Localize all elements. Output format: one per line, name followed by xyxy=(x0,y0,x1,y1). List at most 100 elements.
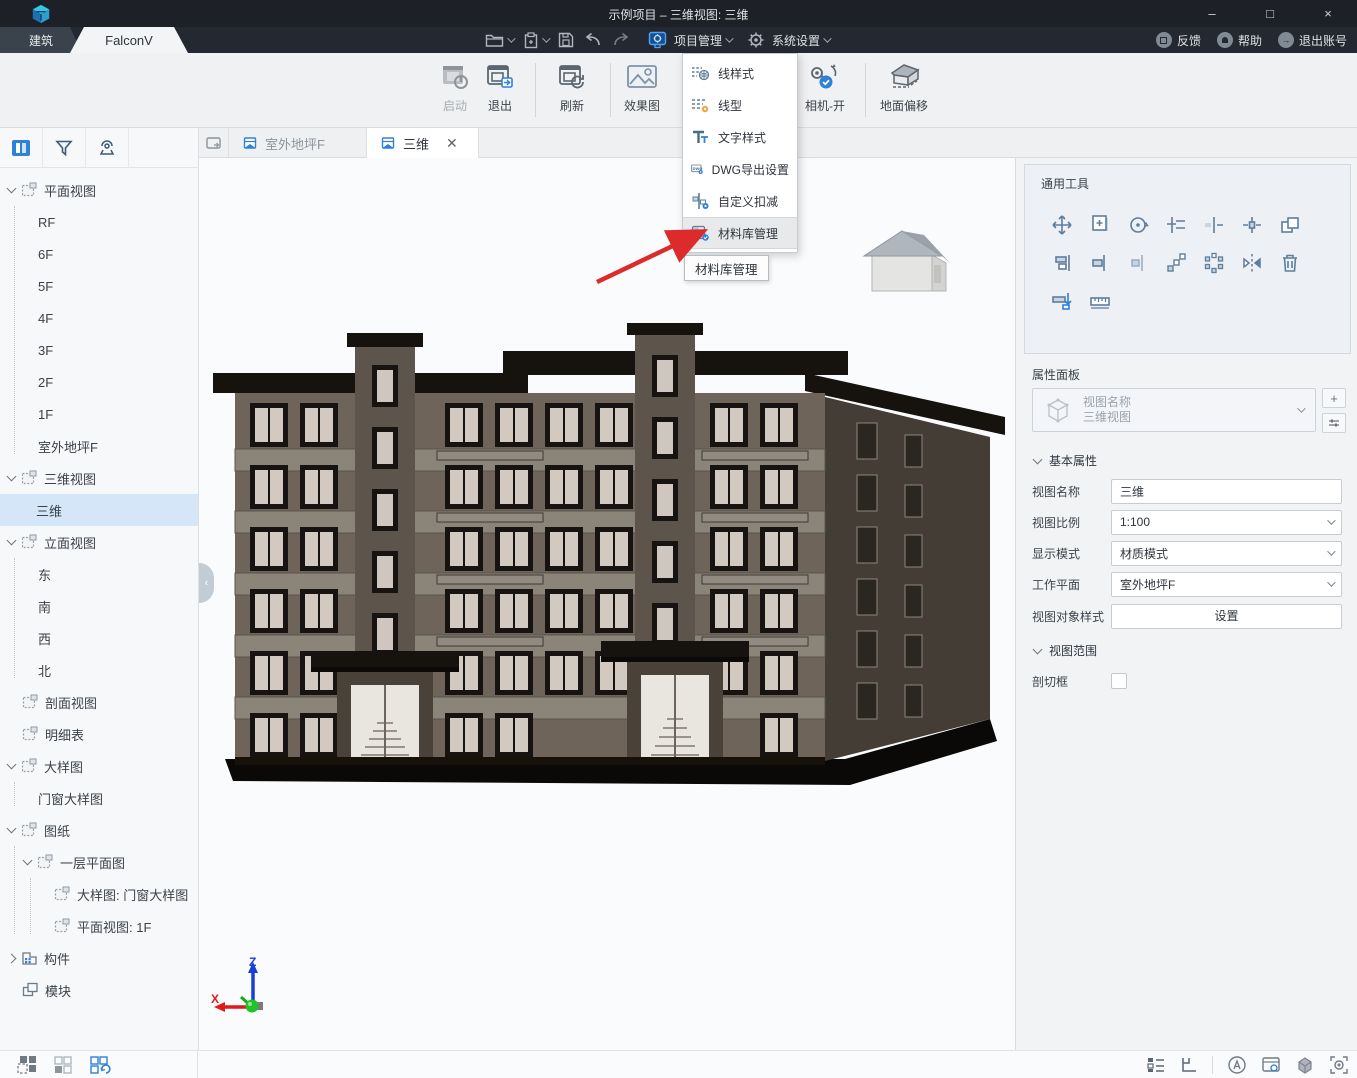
type-selector[interactable]: 视图名称 三维视图 xyxy=(1032,388,1316,432)
panel-toggle-button[interactable] xyxy=(0,128,43,168)
group-tool-icon[interactable] xyxy=(1271,206,1309,244)
minimize-button[interactable]: – xyxy=(1183,0,1241,27)
tree-item-west[interactable]: 西 xyxy=(0,622,198,654)
menu-item-text-style[interactable]: 文字样式 xyxy=(683,121,797,153)
system-settings-menu[interactable]: 系统设置 xyxy=(747,31,829,49)
chevron-down-icon[interactable] xyxy=(7,184,17,194)
trim-tool-icon[interactable] xyxy=(1195,206,1233,244)
close-tab-icon[interactable]: ✕ xyxy=(446,135,458,152)
maximize-button[interactable]: □ xyxy=(1241,0,1299,27)
undo-button[interactable] xyxy=(584,33,602,47)
tree-node-plan-views[interactable]: 平面视图 xyxy=(0,174,198,206)
chevron-down-icon[interactable] xyxy=(7,472,17,482)
menu-item-material-library[interactable]: 材料库管理 xyxy=(683,217,797,249)
tree-item-5f[interactable]: 5F xyxy=(0,270,198,302)
tree-item-sheet-plan-1f[interactable]: 平面视图: 1F xyxy=(0,910,198,942)
tree-node-section-views[interactable]: 剖面视图 xyxy=(0,686,198,718)
tree-node-3d-views[interactable]: 三维视图 xyxy=(0,462,198,494)
view-name-input[interactable] xyxy=(1111,479,1342,504)
feedback-button[interactable]: 反馈 xyxy=(1156,32,1201,49)
open-folder-button[interactable] xyxy=(485,32,513,48)
save-button[interactable] xyxy=(558,32,574,48)
align-left-tool-icon[interactable] xyxy=(1119,244,1157,282)
refresh-button[interactable]: 刷新 xyxy=(540,61,604,121)
paste-button[interactable] xyxy=(523,32,548,49)
rotate-tool-icon[interactable] xyxy=(1119,206,1157,244)
tree-node-sheets[interactable]: 图纸 xyxy=(0,814,198,846)
camera-toggle-button[interactable]: 相机-开 xyxy=(793,61,857,121)
trim-extend-tool-icon[interactable] xyxy=(1157,206,1195,244)
tree-node-detail-views[interactable]: 大样图 xyxy=(0,750,198,782)
view-tab-exterior-grade[interactable]: 室外地坪F xyxy=(229,128,367,158)
detail-level-icon[interactable] xyxy=(1146,1056,1166,1074)
object-style-settings-button[interactable]: 设置 xyxy=(1111,604,1342,629)
redo-button[interactable] xyxy=(612,33,630,47)
tree-item-south[interactable]: 南 xyxy=(0,590,198,622)
project-management-menu[interactable]: 项目管理 xyxy=(648,31,731,49)
tree-item-rf[interactable]: RF xyxy=(0,206,198,238)
align-right-tool-icon[interactable] xyxy=(1081,244,1119,282)
tree-item-3f[interactable]: 3F xyxy=(0,334,198,366)
tree-item-3d-selected[interactable]: 三维 xyxy=(0,494,198,526)
tree-node-first-floor-sheet[interactable]: 一层平面图 xyxy=(0,846,198,878)
annotation-toggle-icon[interactable] xyxy=(1227,1055,1247,1075)
menu-item-custom-deduction[interactable]: 自定义扣减 xyxy=(683,185,797,217)
section-view-range[interactable]: 视图范围 xyxy=(1034,642,1097,659)
tree-node-components[interactable]: 构件 xyxy=(0,942,198,974)
tree-item-4f[interactable]: 4F xyxy=(0,302,198,334)
help-button[interactable]: 帮助 xyxy=(1217,32,1262,49)
tree-item-sheet-detail[interactable]: 大样图: 门窗大样图 xyxy=(0,878,198,910)
property-filter-button[interactable] xyxy=(1322,413,1346,433)
radial-array-tool-icon[interactable] xyxy=(1195,244,1233,282)
shaded-view-icon[interactable] xyxy=(1295,1055,1315,1075)
move-tool-icon[interactable] xyxy=(1043,206,1081,244)
section-box-checkbox[interactable] xyxy=(1111,673,1127,689)
menu-item-line-style[interactable]: 线样式 xyxy=(683,57,797,89)
view-tab-3d[interactable]: 三维 ✕ xyxy=(367,128,479,158)
tree-item-door-window-detail[interactable]: 门窗大样图 xyxy=(0,782,198,814)
chevron-down-icon[interactable] xyxy=(23,856,33,866)
delete-tool-icon[interactable] xyxy=(1271,244,1309,282)
tree-item-6f[interactable]: 6F xyxy=(0,238,198,270)
chevron-down-icon[interactable] xyxy=(7,536,17,546)
filter-button[interactable] xyxy=(43,128,86,168)
tree-item-1f[interactable]: 1F xyxy=(0,398,198,430)
select-all-icon[interactable] xyxy=(16,1055,38,1075)
chevron-down-icon[interactable] xyxy=(7,760,17,770)
render-image-button[interactable]: 效果图 xyxy=(610,61,674,121)
tab-overflow-button[interactable] xyxy=(199,128,229,158)
tree-node-elevation-views[interactable]: 立面视图 xyxy=(0,526,198,558)
view-scale-select[interactable]: 1:100 xyxy=(1111,510,1342,535)
display-mode-select[interactable]: 材质模式 xyxy=(1111,541,1342,566)
tree-item-2f[interactable]: 2F xyxy=(0,366,198,398)
chevron-down-icon[interactable] xyxy=(7,824,17,834)
close-button[interactable]: × xyxy=(1299,0,1357,27)
split-tool-icon[interactable] xyxy=(1233,206,1271,244)
tree-node-schedules[interactable]: 明细表 xyxy=(0,718,198,750)
offset-tool-icon[interactable] xyxy=(1043,282,1081,320)
tree-item-exterior-grade[interactable]: 室外地坪F xyxy=(0,430,198,462)
locate-button[interactable] xyxy=(86,128,129,168)
logout-button[interactable]: → 退出账号 xyxy=(1278,32,1347,49)
tree-item-north[interactable]: 北 xyxy=(0,654,198,686)
reset-selection-icon[interactable] xyxy=(88,1055,112,1075)
exit-button[interactable]: 退出 xyxy=(468,61,532,121)
tree-node-modules[interactable]: 模块 xyxy=(0,974,198,1006)
section-basic-properties[interactable]: 基本属性 xyxy=(1034,452,1097,469)
menu-item-line-type[interactable]: 线型 xyxy=(683,89,797,121)
deselect-icon[interactable] xyxy=(52,1055,74,1075)
tree-item-east[interactable]: 东 xyxy=(0,558,198,590)
zoom-extents-icon[interactable] xyxy=(1329,1055,1349,1075)
view-settings-icon[interactable] xyxy=(1261,1056,1281,1074)
array-tool-icon[interactable] xyxy=(1157,244,1195,282)
add-property-button[interactable]: + xyxy=(1322,388,1346,408)
tab-architecture[interactable]: 建筑 xyxy=(0,27,82,53)
tab-falconv[interactable]: FalconV xyxy=(70,27,188,53)
measure-tool-icon[interactable] xyxy=(1081,282,1119,320)
work-plane-select[interactable]: 室外地坪F xyxy=(1111,572,1342,597)
mirror-tool-icon[interactable] xyxy=(1233,244,1271,282)
ground-offset-button[interactable]: 地面偏移 xyxy=(872,61,936,121)
menu-item-dwg-export[interactable]: DWG DWG导出设置 xyxy=(683,153,797,185)
align-tool-icon[interactable] xyxy=(1043,244,1081,282)
crop-region-icon[interactable] xyxy=(1180,1056,1198,1074)
